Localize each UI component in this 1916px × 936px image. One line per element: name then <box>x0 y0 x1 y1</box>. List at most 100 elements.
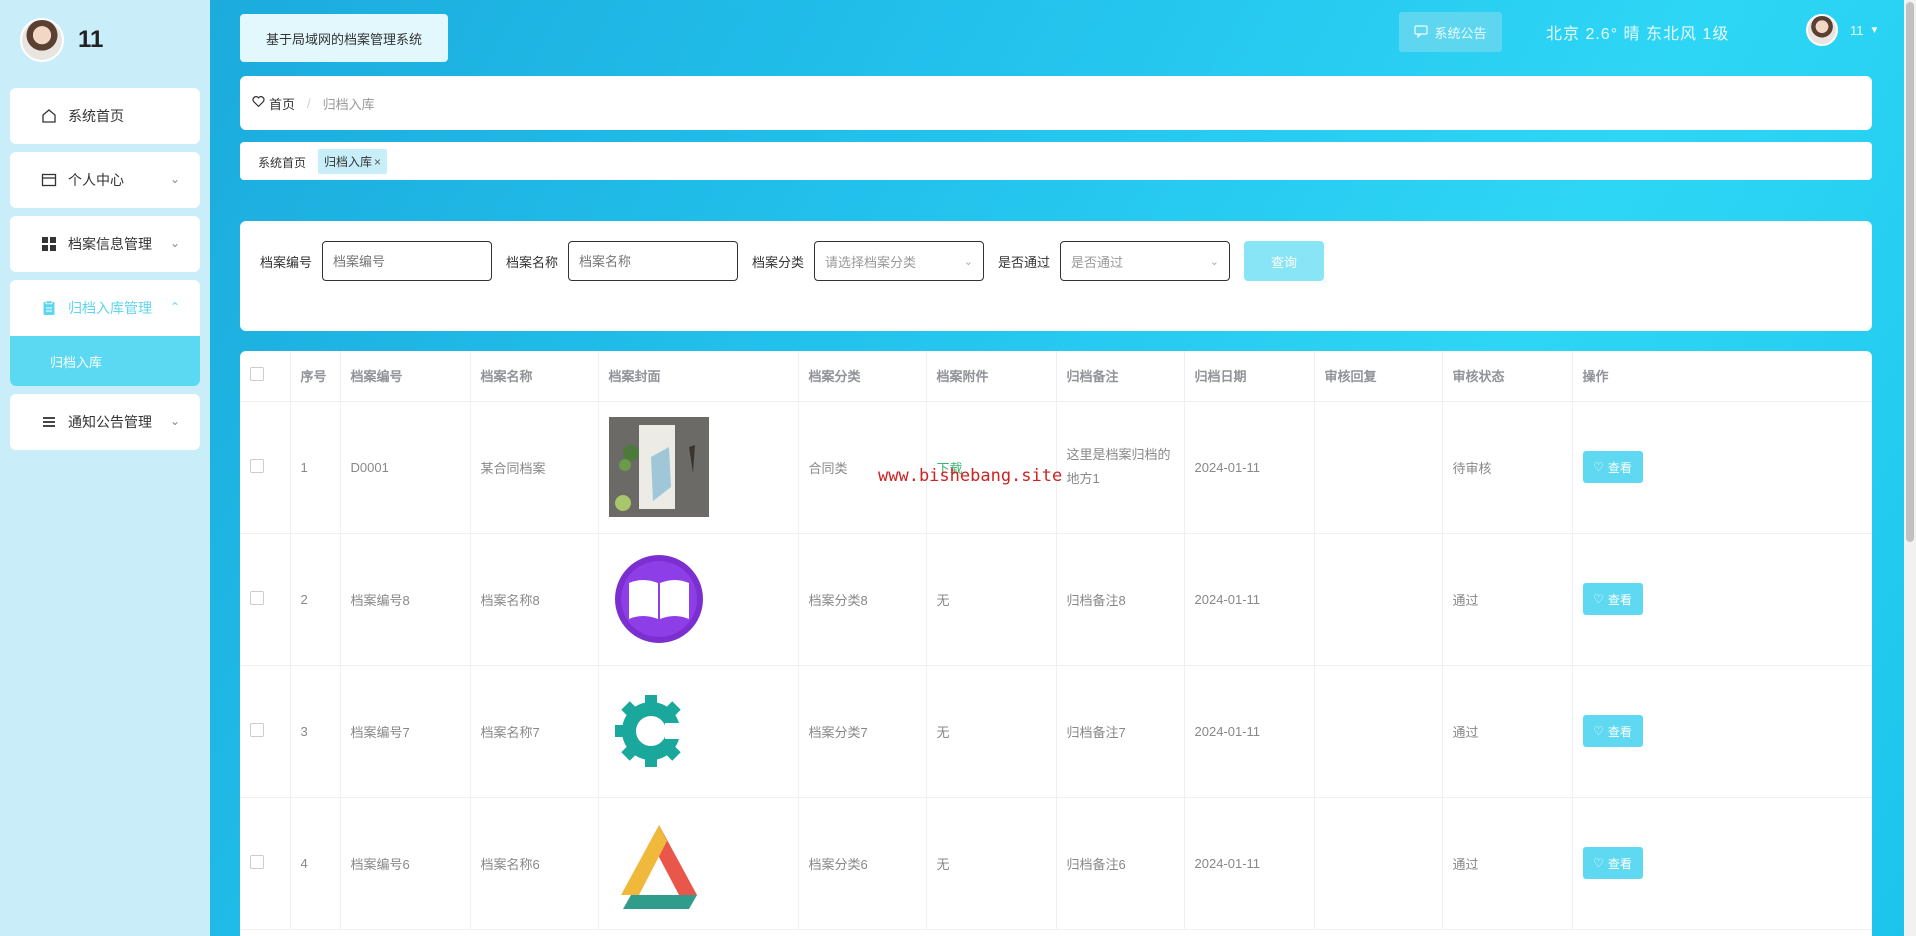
column-header: 档案编号 <box>340 351 471 402</box>
tags-bar: 系统首页 归档入库 × <box>240 142 1872 180</box>
code-input[interactable] <box>322 241 493 281</box>
breadcrumb: 首页 / 归档入库 <box>240 76 1872 130</box>
tag-home[interactable]: 系统首页 <box>258 154 306 174</box>
row-checkbox[interactable] <box>250 854 264 869</box>
column-header: 审核回复 <box>1314 351 1443 402</box>
column-header: 操作 <box>1572 351 1872 402</box>
message-icon <box>1414 24 1429 41</box>
list-icon <box>40 413 58 431</box>
sidebar-item-label: 档案信息管理 <box>68 236 152 252</box>
search-field-category: 档案分类 请选择档案分类 ⌄ <box>752 241 985 281</box>
sidebar-item-archiving-manage[interactable]: 归档入库管理 ⌃ <box>10 280 200 336</box>
search-field-passed: 是否通过 是否通过 ⌄ <box>998 241 1231 281</box>
cell-actions: ♡ 查看 <box>1572 401 1872 534</box>
select-all-cell <box>240 351 291 402</box>
download-link[interactable]: 下载 <box>937 461 963 476</box>
cover-book-logo[interactable] <box>609 549 709 649</box>
header-username: 11 <box>1850 22 1864 38</box>
chevron-down-icon: ⌄ <box>169 172 180 186</box>
weather-info: 北京 2.6° 晴 东北风 1级 <box>1546 26 1730 43</box>
tag-archiving[interactable]: 归档入库 × <box>318 149 388 174</box>
cell-note: 这里是档案归档的地方1 <box>1056 401 1185 534</box>
sidebar-item-archive-info[interactable]: 档案信息管理 ⌄ <box>10 216 200 272</box>
cell-date: 2024-01-11 <box>1184 797 1315 930</box>
column-header: 审核状态 <box>1442 351 1573 402</box>
cell-note: 归档备注8 <box>1056 533 1185 666</box>
system-notice-button[interactable]: 系统公告 <box>1399 12 1502 52</box>
view-label: 查看 <box>1607 592 1632 607</box>
cover-gear-logo[interactable] <box>609 681 709 781</box>
cell-name: 档案名称8 <box>470 533 599 666</box>
cell-reply <box>1314 401 1443 534</box>
table-row: 1 D0001 某合同档案 合同类 下载 这里是档案归档的地方1 2024-01… <box>240 401 1872 534</box>
sidebar-item-notice[interactable]: 通知公告管理 ⌄ <box>10 394 200 450</box>
row-checkbox[interactable] <box>250 458 264 473</box>
grid-icon <box>40 235 58 253</box>
cover-photo[interactable] <box>608 417 709 517</box>
cell-category: 合同类 <box>798 401 927 534</box>
view-button[interactable]: ♡ 查看 <box>1582 583 1643 615</box>
column-header: 档案附件 <box>926 351 1057 402</box>
app-title: 基于局域网的档案管理系统 <box>240 14 448 62</box>
search-field-code: 档案编号 <box>260 241 493 281</box>
cell-date: 2024-01-11 <box>1184 665 1315 798</box>
cell-category: 档案分类8 <box>798 533 927 666</box>
column-header: 档案封面 <box>598 351 799 402</box>
cell-date: 2024-01-11 <box>1184 401 1315 534</box>
sidebar-subitem-archiving[interactable]: 归档入库 <box>10 336 200 386</box>
cell-status: 通过 <box>1442 533 1573 666</box>
row-checkbox[interactable] <box>250 590 264 605</box>
chevron-down-icon: ⌄ <box>169 236 180 250</box>
cell-actions: ♡ 查看 <box>1572 533 1872 666</box>
scrollbar-thumb[interactable] <box>1906 2 1914 542</box>
cell-attachment: 下载 <box>926 401 1057 534</box>
card-icon <box>40 171 58 189</box>
breadcrumb-home[interactable]: 首页 <box>252 94 295 113</box>
row-checkbox[interactable] <box>250 722 264 737</box>
cell-no: 1 <box>290 401 341 534</box>
user-menu[interactable]: 11 ▼ <box>1806 14 1879 46</box>
cell-name: 某合同档案 <box>470 401 599 534</box>
chevron-down-icon: ⌄ <box>963 255 974 268</box>
archive-table: 序号 档案编号 档案名称 档案封面 档案分类 档案附件 归档备注 归档日期 审核… <box>240 351 1872 936</box>
name-input[interactable] <box>568 241 739 281</box>
chevron-down-icon: ⌄ <box>169 414 180 428</box>
cell-code: 档案编号8 <box>340 533 471 666</box>
sidebar-item-label: 个人中心 <box>68 172 124 188</box>
sidebar: 11 系统首页 个人中心 ⌄ 档案信息管理 ⌄ 归档入库管理 ⌃ 归档入库 通知… <box>0 0 210 936</box>
column-header: 序号 <box>290 351 341 402</box>
heart-icon: ♡ <box>1593 592 1604 606</box>
cell-cover <box>598 533 799 666</box>
page-scrollbar[interactable] <box>1904 0 1916 936</box>
cell-actions: ♡ 查看 <box>1572 665 1872 798</box>
cell-cover <box>598 797 799 930</box>
column-header: 档案分类 <box>798 351 927 402</box>
sidebar-item-personal[interactable]: 个人中心 ⌄ <box>10 152 200 208</box>
cell-reply <box>1314 665 1443 798</box>
query-button[interactable]: 查询 <box>1244 241 1324 281</box>
table-row: 3 档案编号7 档案名称7 档案分类7 无 归档备注7 2024-01-11 通… <box>240 665 1872 798</box>
cell-actions: ♡ 查看 <box>1572 797 1872 930</box>
view-button[interactable]: ♡ 查看 <box>1582 715 1643 747</box>
sidebar-menu: 系统首页 个人中心 ⌄ 档案信息管理 ⌄ 归档入库管理 ⌃ 归档入库 通知公告管… <box>10 88 200 458</box>
search-field-name: 档案名称 <box>506 241 739 281</box>
cell-note: 归档备注7 <box>1056 665 1185 798</box>
passed-select[interactable]: 是否通过 ⌄ <box>1060 241 1231 281</box>
view-button[interactable]: ♡ 查看 <box>1582 847 1643 879</box>
cover-triangle-logo[interactable] <box>609 813 709 913</box>
sidebar-item-label: 归档入库管理 <box>68 300 152 316</box>
view-button[interactable]: ♡ 查看 <box>1582 451 1643 483</box>
sidebar-item-home[interactable]: 系统首页 <box>10 88 200 144</box>
table-row: 4 档案编号6 档案名称6 档案分类6 无 归档备注6 2024-01-11 通… <box>240 797 1872 930</box>
close-icon[interactable]: × <box>374 155 381 169</box>
user-avatar <box>20 18 64 62</box>
cell-status: 通过 <box>1442 665 1573 798</box>
heart-icon: ♡ <box>1593 460 1604 474</box>
name-label: 档案名称 <box>506 254 559 270</box>
category-select[interactable]: 请选择档案分类 ⌄ <box>814 241 985 281</box>
cell-name: 档案名称6 <box>470 797 599 930</box>
cell-code: 档案编号7 <box>340 665 471 798</box>
select-all-checkbox[interactable] <box>250 367 264 382</box>
caret-down-icon: ▼ <box>1869 24 1880 36</box>
view-label: 查看 <box>1607 724 1632 739</box>
